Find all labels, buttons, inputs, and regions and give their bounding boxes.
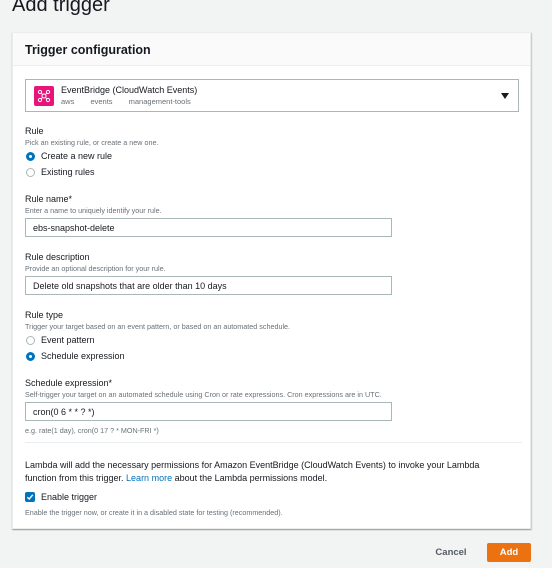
radio-schedule-expression[interactable]: Schedule expression xyxy=(26,351,125,361)
rule-type-description: Trigger your target based on an event pa… xyxy=(25,322,291,331)
permissions-info: Lambda will add the necessary permission… xyxy=(25,459,505,485)
radio-create-new-rule[interactable]: Create a new rule xyxy=(26,151,112,161)
schedule-expression-label: Schedule expression* xyxy=(25,378,113,388)
learn-more-link[interactable]: Learn more xyxy=(126,473,172,483)
enable-trigger-label: Enable trigger xyxy=(41,492,98,502)
rule-name-label: Rule name* xyxy=(25,194,73,204)
radio-unselected-icon xyxy=(26,335,35,345)
schedule-expression-hint: e.g. rate(1 day), cron(0 17 ? * MON-FRI … xyxy=(25,426,159,435)
rule-type-label: Rule type xyxy=(25,310,64,320)
rule-label: Rule xyxy=(25,126,44,136)
radio-unselected-icon xyxy=(26,167,35,177)
rule-description-help: Provide an optional description for your… xyxy=(25,264,166,273)
panel-header: Trigger configuration xyxy=(13,33,530,66)
service-tags: aws events management-tools xyxy=(61,97,205,106)
rule-description-text: Pick an existing rule, or create a new o… xyxy=(25,138,159,147)
rule-name-input[interactable]: ebs-snapshot-delete xyxy=(25,218,392,237)
caret-down-icon xyxy=(501,93,509,99)
cancel-button[interactable]: Cancel xyxy=(426,543,476,563)
service-tag: management-tools xyxy=(128,97,191,106)
rule-description-input[interactable]: Delete old snapshots that are older than… xyxy=(25,276,392,295)
enable-trigger-description: Enable the trigger now, or create it in … xyxy=(25,508,283,517)
trigger-configuration-panel: Trigger configuration EventBridge (Cloud… xyxy=(12,32,531,529)
radio-selected-icon xyxy=(26,151,35,161)
divider xyxy=(25,442,522,443)
radio-label: Schedule expression xyxy=(41,351,125,361)
service-tag: events xyxy=(90,97,113,106)
rule-name-description: Enter a name to uniquely identify your r… xyxy=(25,206,162,215)
radio-label: Create a new rule xyxy=(41,151,113,161)
trigger-source-select[interactable]: EventBridge (CloudWatch Events) aws even… xyxy=(25,79,519,112)
service-tag: aws xyxy=(61,97,75,106)
panel-title: Trigger configuration xyxy=(25,43,151,57)
checkmark-icon xyxy=(26,494,34,501)
add-button[interactable]: Add xyxy=(487,543,531,562)
page-title: Add trigger xyxy=(12,0,110,16)
eventbridge-icon xyxy=(34,86,54,106)
schedule-expression-description: Self-trigger your target on an automated… xyxy=(25,390,382,399)
radio-label: Event pattern xyxy=(41,335,95,345)
permissions-text-end: about the Lambda permissions model. xyxy=(172,473,328,483)
radio-label: Existing rules xyxy=(41,167,95,177)
enable-trigger-checkbox[interactable] xyxy=(25,492,35,502)
radio-selected-icon xyxy=(26,351,35,361)
schedule-expression-input[interactable]: cron(0 6 * * ? *) xyxy=(25,402,392,421)
radio-existing-rules[interactable]: Existing rules xyxy=(26,167,95,177)
rule-description-label: Rule description xyxy=(25,252,90,262)
service-name: EventBridge (CloudWatch Events) xyxy=(61,85,198,95)
radio-event-pattern[interactable]: Event pattern xyxy=(26,335,95,345)
